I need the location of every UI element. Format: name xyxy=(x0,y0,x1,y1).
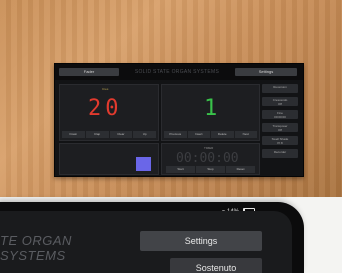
side-button-recorder[interactable]: Recorder xyxy=(262,149,298,158)
memory-level-panel: 1 Previous Insert Delete Next xyxy=(161,84,260,141)
crescendo-counter-panel: Cres 20 Down Clap Clear Up xyxy=(59,84,159,141)
side-button-sub: Pt 8 xyxy=(277,141,283,145)
tablet-device: ≈ 14% TE ORGAN SYSTEMS Settings Sostenut… xyxy=(0,202,304,273)
tablet-brand-title: TE ORGAN SYSTEMS xyxy=(0,233,72,263)
sostenuto-button[interactable]: Sostenuto xyxy=(170,258,262,273)
swell-level-bar xyxy=(136,157,151,171)
stop-button[interactable]: Stop xyxy=(196,166,225,173)
side-button-transposer[interactable]: Transposer Off xyxy=(262,123,298,132)
fader-button[interactable]: Fader xyxy=(59,68,119,76)
memory-value: 1 xyxy=(204,96,218,121)
memory-button-row: Previous Insert Delete Next xyxy=(164,131,257,138)
side-button-swell-shade[interactable]: Swell Shade Pt 8 xyxy=(262,136,298,145)
side-button-sub: Off xyxy=(278,102,282,106)
insert-button[interactable]: Insert xyxy=(187,131,210,138)
crescendo-label: Cres xyxy=(102,87,109,91)
timer-button-row: Start Stop Reset xyxy=(166,166,255,173)
clap-button[interactable]: Clap xyxy=(85,131,109,138)
brand-title: SOLID STATE ORGAN SYSTEMS xyxy=(134,69,220,75)
clear-button[interactable]: Clear xyxy=(109,131,133,138)
organ-control-monitor: Fader SOLID STATE ORGAN SYSTEMS Settings… xyxy=(54,63,304,177)
tablet-settings-button[interactable]: Settings xyxy=(140,231,262,251)
crescendo-button-row: Down Clap Clear Up xyxy=(62,131,156,138)
timer-panel: TIMER 00:00:00 Start Stop Reset xyxy=(161,143,260,175)
previous-button[interactable]: Previous xyxy=(164,131,187,138)
top-bar: Fader SOLID STATE ORGAN SYSTEMS Settings xyxy=(55,64,303,80)
side-button-reversion[interactable]: Reversion xyxy=(262,84,298,93)
swell-meter-panel xyxy=(59,143,159,175)
timer-label: TIMER xyxy=(204,146,214,150)
side-button-fine[interactable]: Fine 00:00:00 xyxy=(262,110,298,119)
tablet-screen: TE ORGAN SYSTEMS Settings Sostenuto xyxy=(0,211,292,273)
start-button[interactable]: Start xyxy=(166,166,195,173)
side-button-crescendo[interactable]: Crescendo Off xyxy=(262,97,298,106)
crescendo-value: 20 xyxy=(88,96,123,121)
side-button-label: Recorder xyxy=(273,150,287,154)
next-button[interactable]: Next xyxy=(234,131,257,138)
side-button-column: Reversion Crescendo Off Fine 00:00:00 Tran… xyxy=(262,84,298,162)
side-button-label: Reversion xyxy=(273,85,287,89)
reset-button[interactable]: Reset xyxy=(226,166,255,173)
settings-button[interactable]: Settings xyxy=(235,68,297,76)
up-button[interactable]: Up xyxy=(133,131,156,138)
side-button-sub: Off xyxy=(278,128,282,132)
down-button[interactable]: Down xyxy=(62,131,85,138)
delete-button[interactable]: Delete xyxy=(211,131,234,138)
side-button-sub: 00:00:00 xyxy=(274,115,286,119)
timer-value: 00:00:00 xyxy=(176,151,239,166)
